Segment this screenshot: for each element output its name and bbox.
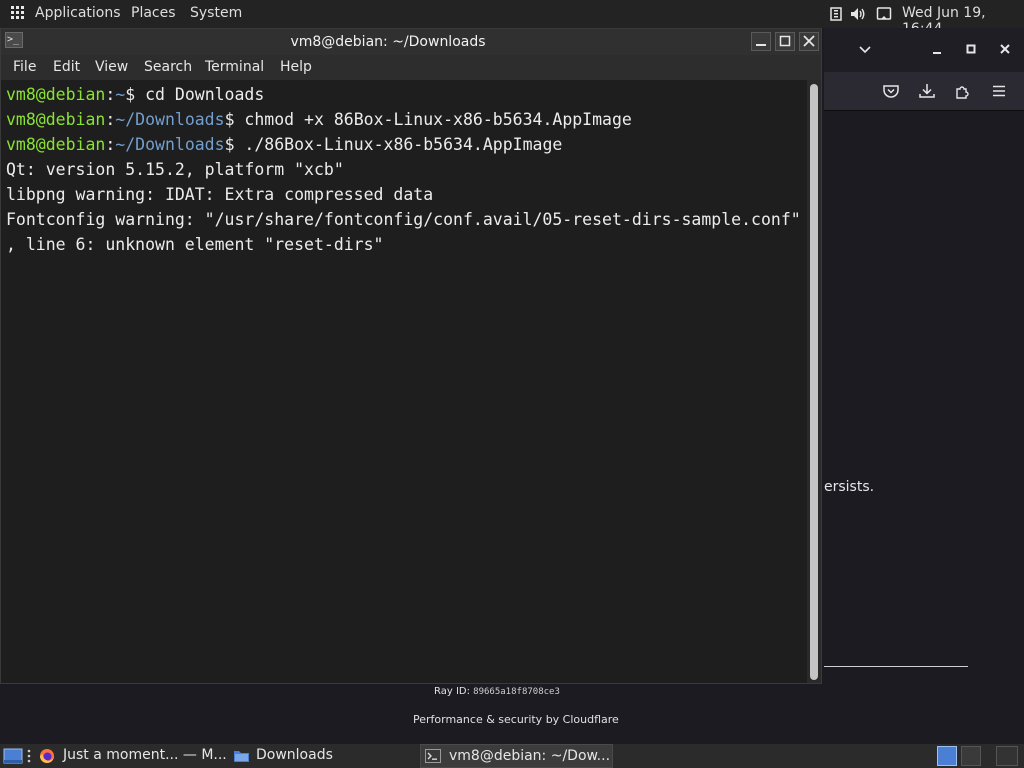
browser-toolbar [824, 72, 1024, 111]
page-text: ersists. [824, 479, 875, 495]
ray-id-value: 89665a18f8708ce3 [473, 687, 560, 697]
clipboard-icon[interactable] [876, 6, 892, 22]
maximize-icon [779, 35, 791, 47]
cloudflare-footer: Performance & security by Cloudflare [413, 713, 619, 726]
browser-page-background [0, 685, 824, 744]
minimize-icon [756, 44, 766, 46]
ray-id-label: Ray ID: [434, 686, 470, 697]
maximize-icon[interactable] [962, 40, 980, 58]
menu-icon[interactable] [990, 82, 1008, 100]
prompt-user: vm8@debian [6, 110, 106, 129]
prompt-user: vm8@debian [6, 135, 106, 154]
menu-places[interactable]: Places [131, 5, 176, 21]
terminal-line: vm8@debian:~/Downloads$ ./86Box-Linux-x8… [6, 135, 563, 154]
prompt-path: ~/Downloads [115, 110, 225, 129]
top-panel: Applications Places System Wed Jun 19, 1… [0, 0, 1024, 37]
task-label: Just a moment... — M... [63, 747, 227, 763]
task-firefox[interactable]: Just a moment... — M... [36, 744, 227, 768]
menu-view[interactable]: View [95, 59, 128, 75]
pocket-icon[interactable] [882, 82, 900, 100]
output-line: libpng warning: IDAT: Extra compressed d… [6, 185, 434, 204]
menu-terminal[interactable]: Terminal [205, 59, 264, 75]
browser-window: ersists. [824, 28, 1024, 744]
menu-edit[interactable]: Edit [53, 59, 80, 75]
prompt-path: ~ [115, 85, 126, 104]
workspace-1[interactable] [937, 746, 957, 766]
scrollbar[interactable] [807, 80, 821, 683]
task-downloads[interactable]: Downloads [230, 744, 410, 768]
output-line: , line 6: unknown element "reset-dirs" [6, 235, 384, 254]
download-icon[interactable] [918, 82, 936, 100]
show-desktop-icon[interactable] [3, 748, 23, 764]
firefox-icon [40, 749, 54, 763]
applications-grid-icon[interactable] [11, 6, 25, 20]
menu-system[interactable]: System [190, 5, 242, 21]
close-icon [803, 35, 815, 47]
prompt-user: vm8@debian [6, 85, 106, 104]
menu-help[interactable]: Help [280, 59, 312, 75]
command: $ cd Downloads [125, 85, 265, 104]
handle-icon[interactable] [26, 749, 32, 763]
folder-icon [234, 751, 249, 762]
menu-applications[interactable]: Applications [35, 5, 121, 21]
menu-search[interactable]: Search [144, 59, 192, 75]
volume-icon[interactable] [850, 6, 866, 22]
browser-titlebar [824, 28, 1024, 72]
extensions-icon[interactable] [954, 82, 972, 100]
close-icon[interactable] [996, 40, 1014, 58]
command: $ chmod +x 86Box-Linux-x86-b5634.AppImag… [224, 110, 632, 129]
task-label: vm8@debian: ~/Dow... [449, 748, 611, 764]
terminal-icon [425, 749, 441, 763]
minimize-button[interactable] [751, 32, 771, 51]
terminal-line: vm8@debian:~$ cd Downloads [6, 85, 265, 104]
scrollbar-thumb[interactable] [810, 84, 818, 680]
terminal-menubar: File Edit View Search Terminal Help [1, 55, 821, 80]
prompt-path: ~/Downloads [115, 135, 225, 154]
command: $ ./86Box-Linux-x86-b5634.AppImage [224, 135, 563, 154]
terminal-titlebar[interactable]: >_ vm8@debian: ~/Downloads [1, 29, 821, 55]
chevron-down-icon[interactable] [856, 40, 874, 58]
ray-id: Ray ID: 89665a18f8708ce3 [434, 686, 560, 697]
terminal-line: vm8@debian:~/Downloads$ chmod +x 86Box-L… [6, 110, 632, 129]
task-terminal[interactable]: vm8@debian: ~/Dow... [420, 744, 613, 768]
task-label: Downloads [256, 747, 333, 763]
close-button[interactable] [799, 32, 819, 51]
menu-file[interactable]: File [13, 59, 36, 75]
terminal-output[interactable]: vm8@debian:~$ cd Downloads vm8@debian:~/D… [1, 80, 807, 683]
workspace-2[interactable] [961, 746, 981, 766]
maximize-button[interactable] [775, 32, 795, 51]
minimize-icon[interactable] [928, 40, 946, 58]
output-line: Qt: version 5.15.2, platform "xcb" [6, 160, 344, 179]
window-title: vm8@debian: ~/Downloads [290, 34, 486, 50]
bottom-panel: Just a moment... — M... Downloads vm8@de… [0, 744, 1024, 768]
output-line: Fontconfig warning: "/usr/share/fontconf… [6, 210, 801, 229]
network-icon[interactable] [828, 6, 844, 22]
workspace-3[interactable] [996, 746, 1018, 766]
divider [824, 666, 968, 667]
terminal-window: >_ vm8@debian: ~/Downloads File Edit Vie… [0, 28, 822, 684]
